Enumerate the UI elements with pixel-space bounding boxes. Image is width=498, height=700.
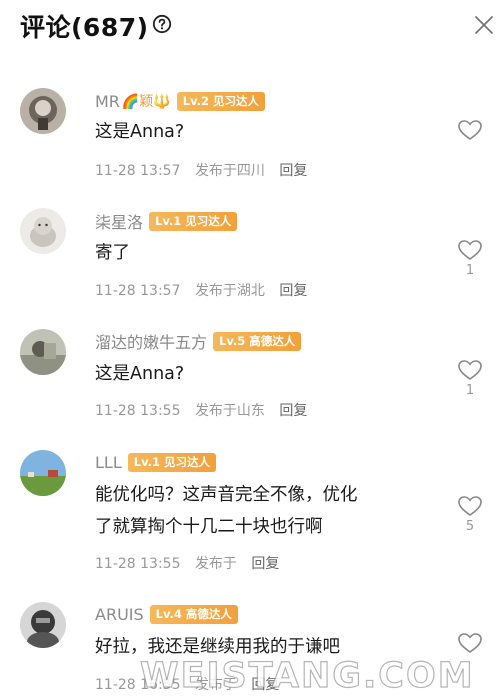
comment-location: 发布于: [194, 556, 237, 572]
comment-text-line-2: 了就算掏个十几二十块也行啊: [95, 517, 323, 537]
comments-header: 评论(687): [0, 0, 498, 52]
level-badge: Lv.1 见习达人: [149, 211, 238, 231]
username[interactable]: MR: [95, 92, 120, 111]
level-badge: Lv.4 高德达人: [149, 604, 238, 624]
like-icon[interactable]: [457, 118, 483, 142]
avatar[interactable]: [20, 329, 66, 375]
comment-date: 11-28 13:55: [95, 556, 181, 572]
level-badge: Lv.2 见习达人: [176, 91, 266, 111]
level-badge: Lv.1 见习达人: [127, 452, 217, 472]
comment-text: 寄了: [95, 243, 130, 263]
avatar[interactable]: [20, 88, 66, 134]
like-icon[interactable]: [457, 494, 483, 518]
like-count: 1: [465, 383, 475, 398]
like-icon[interactable]: [457, 631, 483, 655]
level-badge: Lv.5 高德达人: [213, 331, 302, 351]
like-count: 1: [465, 263, 475, 278]
page-title: 评论(687): [20, 13, 149, 42]
reply-button[interactable]: 回复: [279, 163, 307, 179]
reply-button[interactable]: 回复: [279, 403, 307, 419]
comment-location: 发布于四川: [194, 163, 265, 179]
reply-button[interactable]: 回复: [279, 283, 307, 299]
comment-location: 发布于山东: [194, 403, 265, 419]
like-icon[interactable]: [457, 238, 483, 262]
avatar[interactable]: [20, 602, 66, 648]
avatar[interactable]: [20, 208, 66, 254]
watermark: WEISTANG.COM: [139, 655, 475, 696]
comment-text: 这是Anna?: [95, 122, 185, 142]
comment-text: 这是Anna?: [95, 364, 185, 384]
like-icon[interactable]: [457, 358, 483, 382]
comment-date: 11-28 13:57: [95, 163, 181, 179]
help-icon[interactable]: [152, 14, 172, 34]
comment-location: 发布于湖北: [194, 283, 265, 299]
username[interactable]: 溜达的嫩牛五方: [95, 329, 207, 353]
close-icon[interactable]: [473, 14, 495, 36]
reply-button[interactable]: 回复: [251, 556, 279, 572]
like-count: 5: [465, 519, 475, 534]
username[interactable]: 柒星洛: [95, 209, 143, 233]
username-emoji: 🌈颖🔱: [121, 94, 171, 110]
username[interactable]: LLL: [95, 453, 122, 472]
comment-text-line-1: 能优化吗？这声音完全不像，优化: [95, 485, 358, 505]
username[interactable]: ARUIS: [95, 605, 144, 624]
avatar[interactable]: [20, 450, 66, 496]
comment-date: 11-28 13:55: [95, 403, 181, 419]
comment-date: 11-28 13:57: [95, 283, 181, 299]
